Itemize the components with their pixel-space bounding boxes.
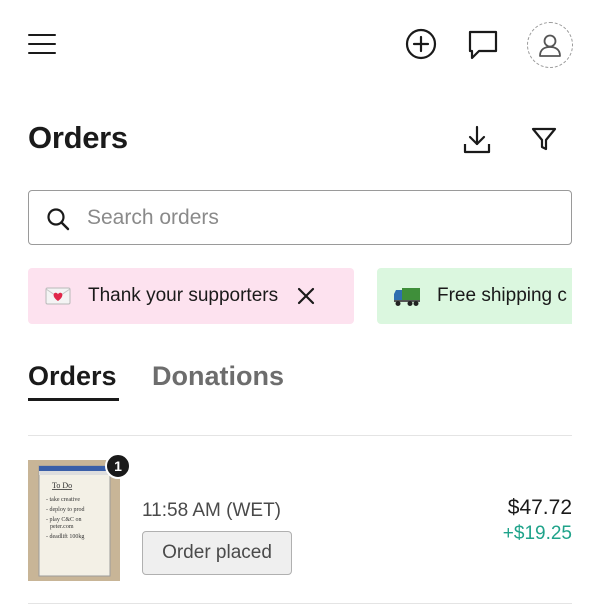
chip-label: Free shipping c: [437, 285, 567, 306]
order-total: $47.72: [507, 496, 572, 519]
status-badge: Order placed: [142, 531, 292, 575]
chip-label: Thank your supporters: [88, 285, 279, 306]
account-button[interactable]: [527, 22, 573, 68]
svg-text:peter.com: peter.com: [50, 524, 74, 530]
quantity-badge: 1: [105, 453, 131, 479]
filter-icon[interactable]: [530, 125, 558, 153]
close-icon[interactable]: [296, 286, 316, 306]
search-input[interactable]: [87, 199, 557, 236]
order-row[interactable]: To Do - take creative - deploy to prod -…: [28, 453, 572, 582]
account-icon: [539, 34, 561, 57]
order-thumbnail: To Do - take creative - deploy to prod -…: [28, 460, 120, 581]
divider: [28, 603, 572, 604]
menu-icon[interactable]: [28, 33, 56, 55]
chip-thank-supporters[interactable]: Thank your supporters: [28, 268, 354, 324]
promo-chips: Thank your supporters Free shipping c: [28, 268, 572, 324]
chip-free-shipping[interactable]: Free shipping c: [377, 268, 572, 324]
svg-text:- play C&C on: - play C&C on: [46, 517, 82, 523]
tab-donations[interactable]: Donations: [152, 361, 284, 392]
active-tab-indicator: [28, 398, 119, 401]
svg-text:- deploy to prod: - deploy to prod: [46, 507, 85, 513]
delivery-truck-icon: [393, 282, 421, 310]
divider: [28, 435, 572, 436]
page-title: Orders: [28, 120, 128, 155]
top-bar: [0, 0, 600, 90]
svg-text:- deadlift 100kg: - deadlift 100kg: [46, 533, 84, 540]
order-time: 11:58 AM (WET): [142, 500, 282, 521]
search-box[interactable]: [28, 190, 572, 245]
svg-text:- take creative: - take creative: [46, 497, 80, 503]
order-delta: +$19.25: [502, 523, 572, 544]
add-circle-icon[interactable]: [405, 28, 437, 60]
download-icon[interactable]: [462, 124, 492, 156]
message-icon[interactable]: [466, 28, 500, 62]
orders-screen: Orders Thank your supporters: [0, 0, 600, 610]
tab-orders[interactable]: Orders: [28, 361, 117, 392]
svg-text:To Do: To Do: [52, 481, 72, 490]
thumbnail-image: To Do - take creative - deploy to prod -…: [28, 460, 120, 581]
search-icon: [47, 208, 70, 231]
envelope-heart-icon: [44, 282, 72, 310]
